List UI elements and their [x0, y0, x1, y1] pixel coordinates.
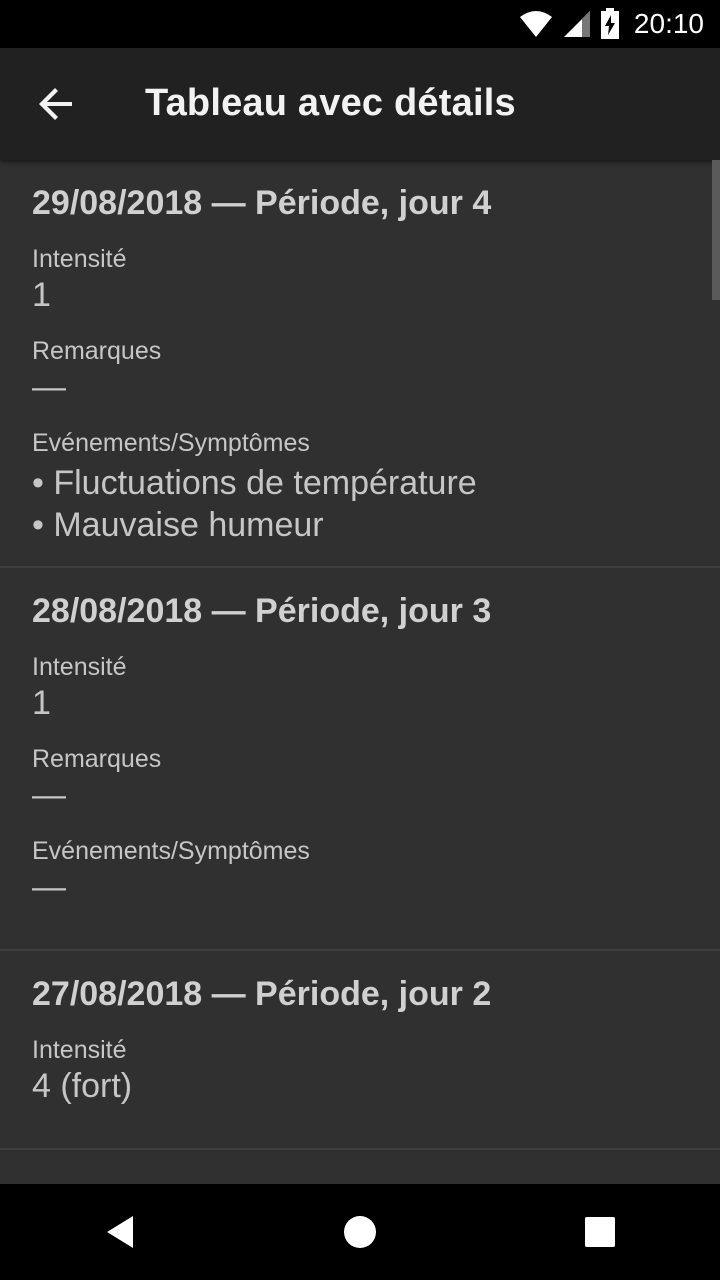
navigation-bar	[0, 1184, 720, 1280]
intensity-value: 4 (fort)	[32, 1067, 133, 1105]
intensity-label: Intensité	[32, 1036, 127, 1064]
recents-square-icon	[585, 1217, 615, 1247]
nav-recents-button[interactable]	[552, 1184, 648, 1280]
signal-icon	[563, 11, 590, 37]
intensity-value: 1	[32, 276, 51, 314]
status-icons: 20:10	[518, 0, 704, 48]
events-value: —	[32, 868, 66, 906]
intensity-label: Intensité	[32, 653, 127, 681]
remarks-label: Remarques	[32, 745, 162, 773]
back-triangle-icon	[107, 1216, 133, 1248]
event-item: Fluctuations de température	[32, 462, 688, 504]
battery-charging-icon	[600, 8, 619, 39]
wifi-icon	[519, 11, 552, 37]
list-item: 29/08/2018 — Période, jour 4 Intensité 1…	[0, 160, 720, 568]
page-title: Tableau avec détails	[145, 82, 516, 124]
list-item: 27/08/2018 — Période, jour 2 Intensité 4…	[0, 951, 720, 1150]
list-item: 28/08/2018 — Période, jour 3 Intensité 1…	[0, 568, 720, 951]
arrow-back-icon	[39, 88, 72, 120]
remarks-value: —	[32, 776, 66, 814]
nav-home-button[interactable]	[312, 1184, 408, 1280]
home-circle-icon	[344, 1216, 376, 1248]
status-bar: 20:10	[0, 0, 720, 48]
entry-header: 28/08/2018 — Période, jour 3	[32, 592, 492, 630]
events-list: Fluctuations de température Mauvaise hum…	[32, 462, 688, 546]
back-button[interactable]	[20, 68, 92, 140]
event-item: Mauvaise humeur	[32, 504, 688, 546]
nav-back-button[interactable]	[72, 1184, 168, 1280]
status-time: 20:10	[633, 8, 704, 39]
details-list[interactable]: 29/08/2018 — Période, jour 4 Intensité 1…	[0, 160, 720, 1184]
events-label: Evénements/Symptômes	[32, 837, 310, 865]
app-bar: Tableau avec détails	[0, 48, 720, 160]
remarks-label: Remarques	[32, 337, 162, 365]
events-label: Evénements/Symptômes	[32, 429, 310, 457]
remarks-value: —	[32, 368, 66, 406]
intensity-value: 1	[32, 684, 51, 722]
entry-header: 27/08/2018 — Période, jour 2	[32, 975, 492, 1013]
intensity-label: Intensité	[32, 245, 127, 273]
entry-header: 29/08/2018 — Période, jour 4	[32, 184, 492, 222]
